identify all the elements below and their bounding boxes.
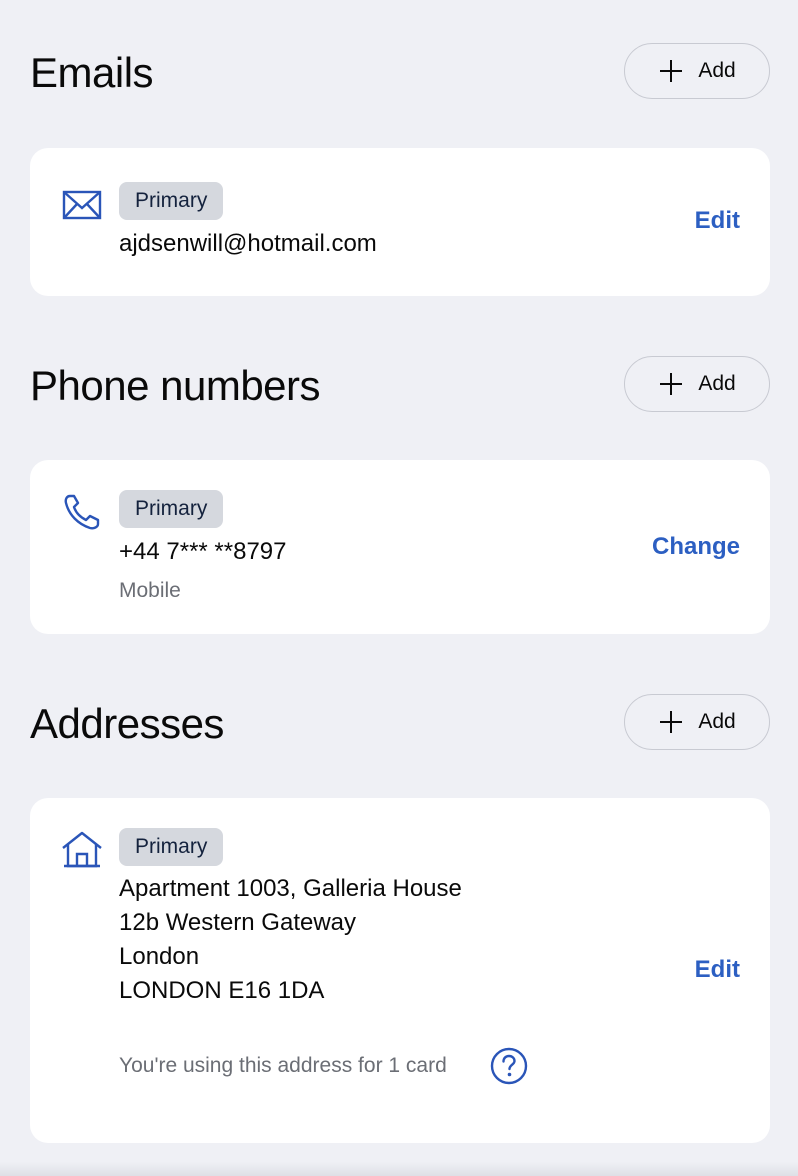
bottom-fade xyxy=(0,1162,798,1176)
home-icon xyxy=(62,831,102,868)
addresses-section: Addresses Add xyxy=(30,694,770,754)
phone-card: Primary +44 7*** **8797 Mobile Change xyxy=(30,460,770,634)
phone-type: Mobile xyxy=(119,579,181,602)
address-usage-note: You're using this address for 1 card xyxy=(119,1054,447,1077)
add-email-label: Add xyxy=(698,59,736,82)
plus-icon xyxy=(660,711,683,733)
email-card: Primary ajdsenwill@hotmail.com Edit xyxy=(30,148,770,296)
address-line: 12b Western Gateway xyxy=(119,909,357,936)
contact-details-page: Emails Add Primary ajdsenwill@hotmail.co… xyxy=(0,0,798,1176)
address-line: LONDON E16 1DA xyxy=(119,977,325,1004)
emails-section: Emails Add xyxy=(30,43,770,103)
email-address: ajdsenwill@hotmail.com xyxy=(119,230,377,257)
addresses-title: Addresses xyxy=(30,700,224,747)
edit-email-button[interactable]: Edit xyxy=(695,207,740,235)
phones-title: Phone numbers xyxy=(30,362,321,409)
phone-primary-badge: Primary xyxy=(119,490,224,528)
emails-title: Emails xyxy=(30,49,154,96)
phone-icon xyxy=(64,494,100,530)
add-phone-button[interactable]: Add xyxy=(624,356,770,412)
phones-section: Phone numbers Add xyxy=(30,356,770,416)
address-card: Primary Apartment 1003, Galleria House 1… xyxy=(30,798,770,1143)
add-address-button[interactable]: Add xyxy=(624,694,770,750)
email-primary-badge: Primary xyxy=(119,182,224,220)
add-phone-label: Add xyxy=(698,372,736,395)
add-address-label: Add xyxy=(698,710,736,733)
address-line: Apartment 1003, Galleria House xyxy=(119,875,462,902)
emails-header: Emails Add xyxy=(30,43,770,103)
edit-address-button[interactable]: Edit xyxy=(695,956,740,984)
question-circle-icon[interactable] xyxy=(489,1046,529,1086)
add-email-button[interactable]: Add xyxy=(624,43,770,99)
addresses-header: Addresses Add xyxy=(30,694,770,754)
phones-header: Phone numbers Add xyxy=(30,356,770,416)
change-phone-button[interactable]: Change xyxy=(652,533,740,561)
envelope-icon xyxy=(62,190,102,220)
plus-icon xyxy=(660,60,683,82)
plus-icon xyxy=(660,373,683,395)
address-lines: Apartment 1003, Galleria House 12b Weste… xyxy=(119,872,462,1008)
phone-number: +44 7*** **8797 xyxy=(119,538,287,565)
address-line: London xyxy=(119,943,200,970)
address-primary-badge: Primary xyxy=(119,828,224,866)
